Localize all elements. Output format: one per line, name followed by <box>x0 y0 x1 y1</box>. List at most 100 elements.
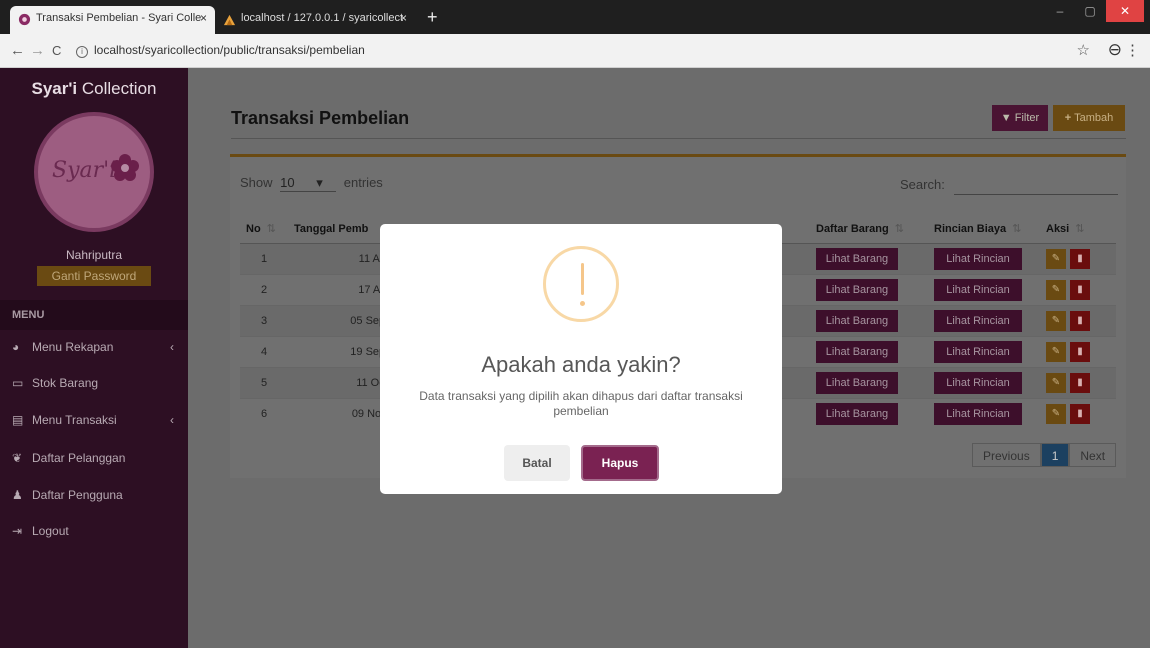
browser-tabbar: Transaksi Pembelian - Syari Colle × loca… <box>0 0 1150 34</box>
cell-no: 6 <box>240 397 288 429</box>
cell-rincian: Lihat Rincian <box>928 273 1040 305</box>
sidebar-item-daftar-pelanggan[interactable]: ❦ Daftar Pelanggan <box>0 441 188 477</box>
browser-tab-phpmyadmin[interactable]: localhost / 127.0.0.1 / syaricollect × <box>215 6 415 34</box>
lihat-barang-button[interactable]: Lihat Barang <box>816 402 898 425</box>
col-no[interactable]: No ⇅ <box>240 215 288 244</box>
col-label: Rincian Biaya <box>934 223 1007 236</box>
brand-bold: Syar'i <box>31 79 78 98</box>
entries-value: 10 <box>280 175 295 190</box>
col-aksi[interactable]: Aksi ⇅ <box>1040 215 1116 244</box>
trash-icon[interactable]: ▮ <box>1070 341 1090 362</box>
col-rincian-biaya[interactable]: Rincian Biaya ⇅ <box>928 215 1040 244</box>
tab-close-icon[interactable]: × <box>200 11 207 25</box>
sidebar-item-menu-transaksi[interactable]: ▤ Menu Transaksi ‹ <box>0 403 188 439</box>
sidebar-item-stok-barang[interactable]: ▭ Stok Barang <box>0 366 188 402</box>
edit-icon[interactable]: ✎ <box>1046 403 1066 424</box>
filter-label: Filter <box>1014 112 1040 124</box>
next-button[interactable]: Next <box>1069 443 1117 467</box>
tab-close-icon[interactable]: × <box>400 11 407 25</box>
cell-daftar-barang: Lihat Barang <box>810 304 928 336</box>
lihat-barang-button[interactable]: Lihat Barang <box>816 278 898 301</box>
filter-icon: ▼ <box>1000 112 1012 124</box>
cell-daftar-barang: Lihat Barang <box>810 366 928 398</box>
lihat-rincian-button[interactable]: Lihat Rincian <box>934 309 1022 332</box>
lihat-rincian-button[interactable]: Lihat Rincian <box>934 247 1022 270</box>
previous-button[interactable]: Previous <box>972 443 1041 467</box>
url-field[interactable]: i localhost/syaricollection/public/transa… <box>76 43 365 58</box>
sort-icon: ⇅ <box>1012 223 1022 236</box>
tab-title: Transaksi Pembelian - Syari Colle <box>36 12 202 24</box>
sidebar-item-daftar-pengguna[interactable]: ♟ Daftar Pengguna <box>0 478 188 514</box>
lihat-barang-button[interactable]: Lihat Barang <box>816 371 898 394</box>
sort-icon: ⇅ <box>894 223 904 236</box>
trash-icon[interactable]: ▮ <box>1070 403 1090 424</box>
chevron-left-icon: ‹ <box>170 413 174 427</box>
lihat-rincian-button[interactable]: Lihat Rincian <box>934 278 1022 301</box>
logo-text: Syar'i <box>52 158 117 183</box>
url-text: localhost/syaricollection/public/transak… <box>94 43 365 57</box>
info-icon[interactable]: i <box>76 46 88 58</box>
cell-aksi: ✎ ▮ <box>1040 366 1116 398</box>
sidebar-item-label: Menu Transaksi <box>32 413 117 427</box>
col-label: Tanggal Pemb <box>294 222 369 235</box>
plus-icon: + <box>1064 112 1072 124</box>
back-icon[interactable]: ← <box>10 42 25 59</box>
lihat-rincian-button[interactable]: Lihat Rincian <box>934 340 1022 363</box>
search-input[interactable] <box>954 171 1118 195</box>
col-daftar-barang[interactable]: Daftar Barang ⇅ <box>810 215 928 244</box>
file-icon: ▤ <box>12 413 24 427</box>
sidebar: Syar'i Collection Syar'i Nahriputra Gant… <box>0 68 188 648</box>
edit-icon[interactable]: ✎ <box>1046 341 1066 362</box>
cell-no: 5 <box>240 366 288 398</box>
brand-title[interactable]: Syar'i Collection <box>0 68 188 110</box>
page-1-button[interactable]: 1 <box>1040 443 1070 467</box>
trash-icon[interactable]: ▮ <box>1070 310 1090 331</box>
col-label: Aksi <box>1046 223 1070 236</box>
new-tab-icon[interactable]: + <box>427 7 438 28</box>
lihat-rincian-button[interactable]: Lihat Rincian <box>934 402 1022 425</box>
browser-menu-icon[interactable]: ⋮ <box>1125 41 1140 59</box>
edit-icon[interactable]: ✎ <box>1046 372 1066 393</box>
sidebar-item-label: Stok Barang <box>32 376 99 390</box>
cell-aksi: ✎ ▮ <box>1040 397 1116 429</box>
bookmark-star-icon[interactable]: ☆ <box>1077 41 1090 59</box>
entries-select[interactable]: 10 ▾ <box>280 175 337 192</box>
trash-icon[interactable]: ▮ <box>1070 372 1090 393</box>
edit-icon[interactable]: ✎ <box>1046 310 1066 331</box>
lihat-barang-button[interactable]: Lihat Barang <box>816 247 898 270</box>
minimize-icon[interactable]: – <box>1046 0 1074 22</box>
confirm-delete-button[interactable]: Hapus <box>581 445 659 481</box>
window-close-icon[interactable]: ✕ <box>1106 0 1144 22</box>
browser-tab-active[interactable]: Transaksi Pembelian - Syari Colle × <box>10 6 215 34</box>
trash-icon[interactable]: ▮ <box>1070 279 1090 300</box>
lihat-rincian-button[interactable]: Lihat Rincian <box>934 371 1022 394</box>
edit-icon[interactable]: ✎ <box>1046 248 1066 269</box>
edit-icon[interactable]: ✎ <box>1046 279 1066 300</box>
sidebar-item-logout[interactable]: ⇥ Logout <box>0 514 188 550</box>
filter-button[interactable]: ▼ Filter <box>992 105 1048 131</box>
tambah-button[interactable]: + Tambah <box>1053 105 1125 131</box>
trash-icon[interactable]: ▮ <box>1070 248 1090 269</box>
sidebar-item-label: Daftar Pelanggan <box>32 451 126 465</box>
cell-daftar-barang: Lihat Barang <box>810 273 928 305</box>
phpmyadmin-favicon-icon <box>223 14 236 26</box>
logo: Syar'i <box>34 112 154 232</box>
divider <box>231 138 1126 139</box>
reload-icon[interactable]: C <box>52 43 61 58</box>
sidebar-item-menu-rekapan[interactable]: ◕ Menu Rekapan ‹ <box>0 330 188 366</box>
cell-no: 3 <box>240 304 288 336</box>
maximize-icon[interactable]: ▢ <box>1076 0 1104 22</box>
lihat-barang-button[interactable]: Lihat Barang <box>816 340 898 363</box>
profile-icon[interactable]: ⊖ <box>1108 40 1122 60</box>
lihat-barang-button[interactable]: Lihat Barang <box>816 309 898 332</box>
cancel-button[interactable]: Batal <box>504 445 570 481</box>
caret-down-icon: ▾ <box>316 175 323 190</box>
cell-aksi: ✎ ▮ <box>1040 242 1116 274</box>
ganti-password-button[interactable]: Ganti Password <box>37 266 151 286</box>
tab-title: localhost / 127.0.0.1 / syaricollect <box>241 12 404 24</box>
warning-icon-dot <box>580 301 585 306</box>
forward-icon[interactable]: → <box>30 42 45 59</box>
flower-favicon-icon <box>18 13 31 26</box>
confirm-dialog: Apakah anda yakin? Data transaksi yang d… <box>380 224 782 494</box>
address-bar: ← → C i localhost/syaricollection/public/… <box>0 34 1150 68</box>
